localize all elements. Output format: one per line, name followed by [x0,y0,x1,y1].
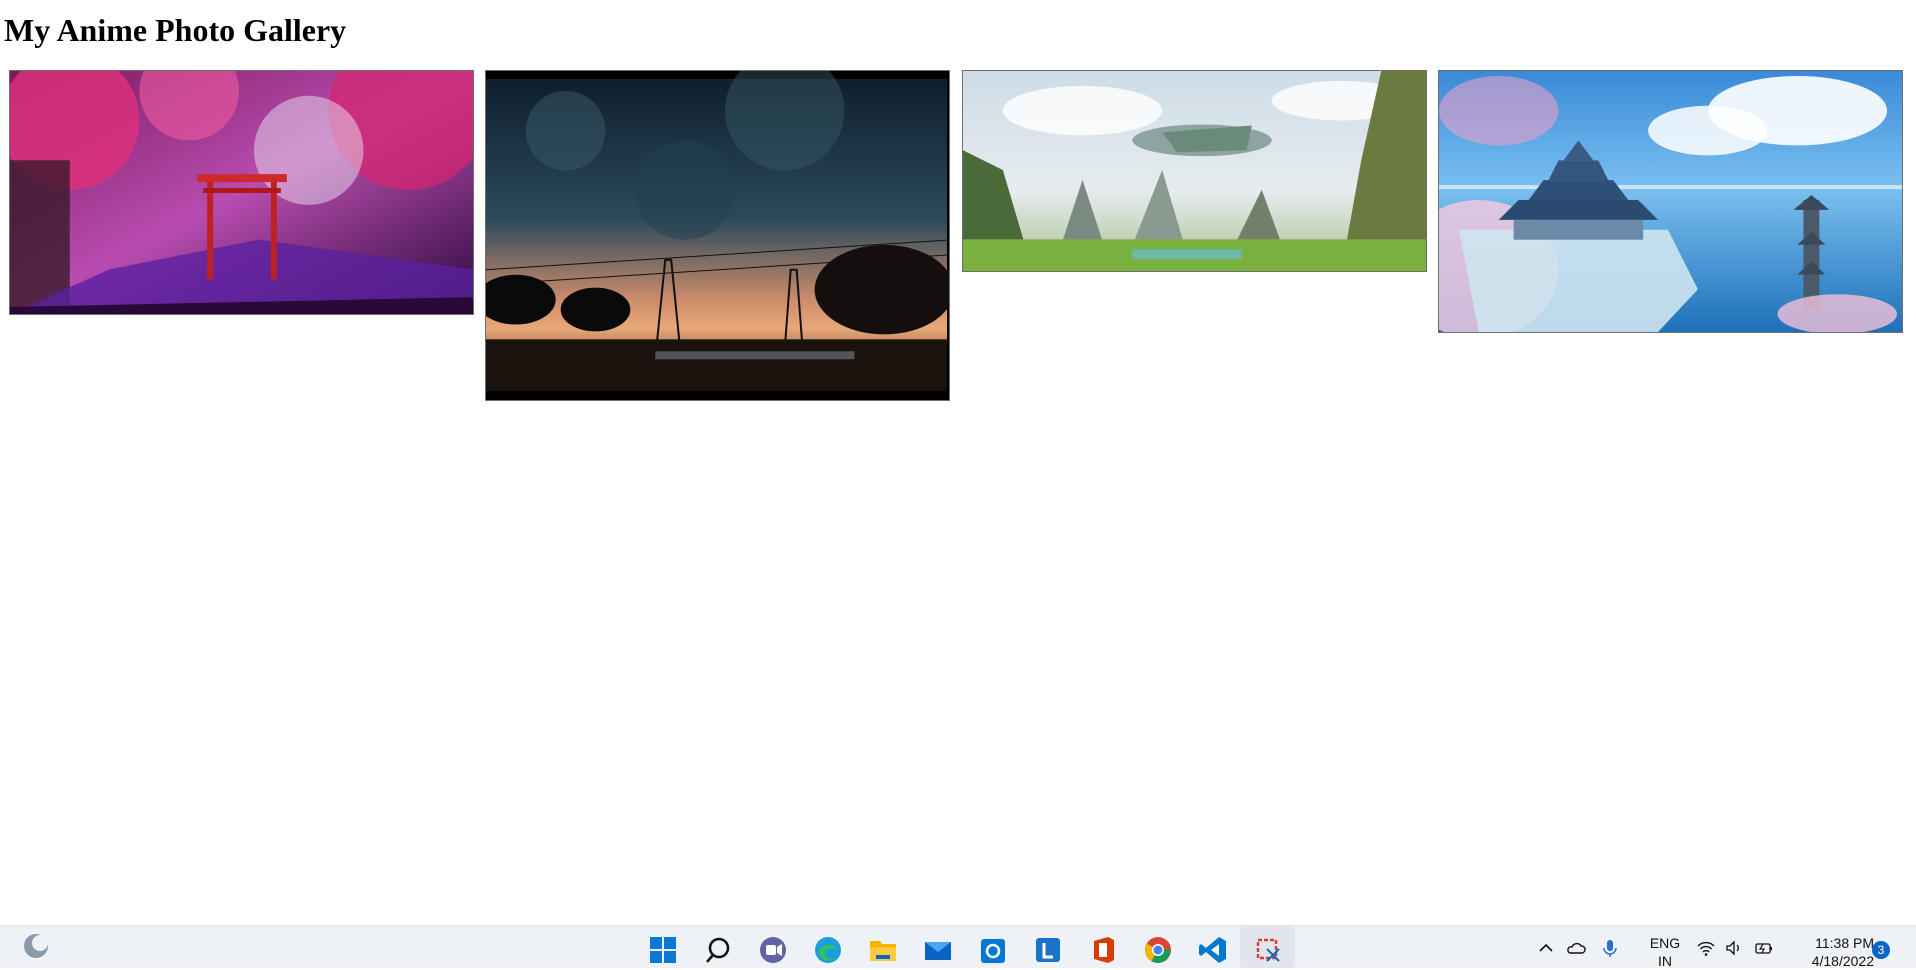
office-icon[interactable] [1075,926,1130,968]
language-indicator[interactable]: ENG IN [1645,934,1685,970]
language-region: IN [1658,953,1672,969]
language-code: ENG [1649,935,1681,951]
sky-whale-cliffs-photo[interactable] [962,70,1427,272]
sunset-power-lines-photo[interactable] [485,70,950,401]
vscode-icon[interactable] [1185,926,1240,968]
clock[interactable]: 11:38 PM 4/18/2022 [1788,934,1874,970]
onedrive-cloud-icon[interactable] [1566,938,1586,958]
wifi-icon[interactable] [1696,938,1716,958]
clock-time: 11:38 PM [1815,935,1874,951]
microphone-icon[interactable] [1600,938,1620,958]
taskbar-apps [635,926,1295,968]
taskbar: ENG IN 11:38 PM 4/18/2022 3 [0,925,1916,970]
search-icon[interactable] [690,926,745,968]
edge-browser-icon[interactable] [800,926,855,968]
notification-badge[interactable]: 3 [1872,941,1890,959]
clock-date: 4/18/2022 [1811,953,1874,969]
floating-castle-photo[interactable] [1438,70,1903,333]
volume-icon[interactable] [1724,938,1744,958]
battery-icon[interactable] [1754,938,1774,958]
cherry-blossom-torii-photo[interactable] [9,70,474,315]
file-explorer-icon[interactable] [855,926,910,968]
snipping-tool-icon[interactable] [1240,926,1295,968]
l-app-icon[interactable] [1020,926,1075,968]
photo-gallery [9,70,1909,410]
chevron-up-icon[interactable] [1536,938,1556,958]
teams-chat-icon[interactable] [745,926,800,968]
store-icon[interactable] [965,926,1020,968]
windows-start-icon[interactable] [635,926,690,968]
page-title: My Anime Photo Gallery [4,12,347,48]
chrome-icon[interactable] [1130,926,1185,968]
weather-widget-icon[interactable] [22,932,50,960]
mail-icon[interactable] [910,926,965,968]
